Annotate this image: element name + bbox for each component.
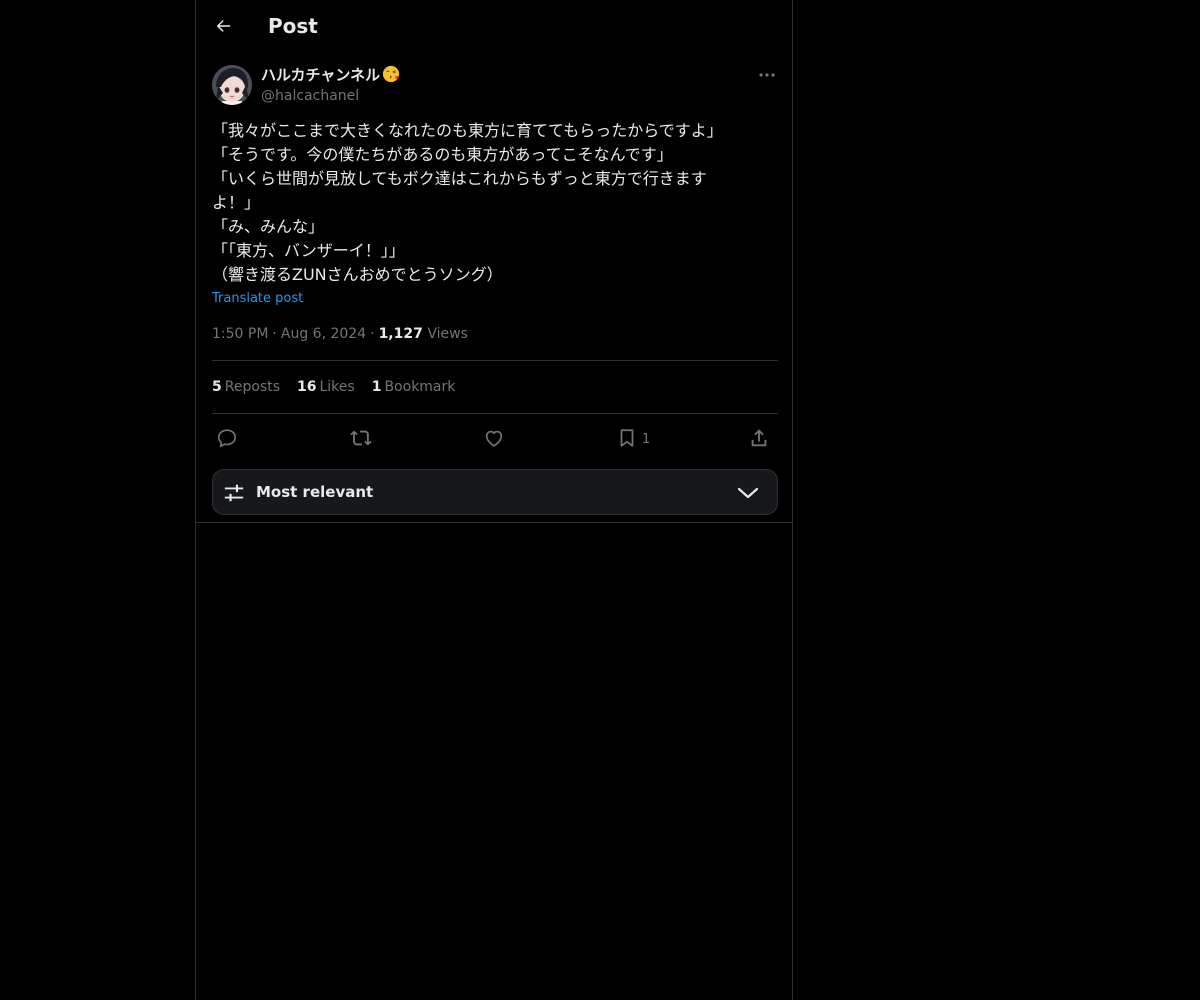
- reposts-label: Reposts: [224, 379, 280, 395]
- back-button[interactable]: [210, 12, 236, 40]
- post-author: ハルカチャンネル @halcachanel: [212, 64, 778, 108]
- chevron-down-icon: [737, 487, 759, 499]
- bookmarks-stat[interactable]: 1 Bookmark: [372, 377, 456, 397]
- author-display-name[interactable]: ハルカチャンネル: [261, 65, 400, 85]
- more-horizontal-icon: [759, 73, 775, 77]
- separator: ·: [272, 326, 277, 342]
- reply-icon: [217, 429, 237, 448]
- avatar[interactable]: [212, 65, 252, 105]
- repost-icon: [350, 430, 372, 446]
- post-text-line: 「そうです。今の僕たちがあるのも東方があってこそなんです」: [212, 145, 673, 164]
- post-metadata: 1:50 PM · Aug 6, 2024 · 1,127 Views: [212, 324, 468, 344]
- sort-label: Most relevant: [256, 483, 374, 501]
- reposts-stat[interactable]: 5 Reposts: [212, 377, 280, 397]
- bookmark-count: 1: [642, 431, 651, 447]
- author-handle[interactable]: @halcachanel: [261, 86, 359, 106]
- share-icon: [751, 429, 767, 447]
- bookmarks-count: 1: [371, 379, 382, 395]
- bookmark-icon: [620, 429, 634, 447]
- repost-button[interactable]: [350, 424, 372, 452]
- primary-column: Post ハルカチャンネル @halcachanel 「我々がここまで大きくなれ…: [195, 0, 793, 1000]
- post-text: 「我々がここまで大きくなれたのも東方に育ててもらったからですよ」 「そうです。今…: [212, 119, 772, 287]
- post-text-line: よ！」: [212, 193, 261, 212]
- arrow-left-icon: [216, 20, 231, 32]
- likes-count: 16: [297, 379, 317, 395]
- post-text-line: （響き渡るZUNさんおめでとうソング）: [212, 265, 503, 284]
- like-button[interactable]: [483, 424, 505, 452]
- separator: ·: [370, 326, 375, 342]
- post-time[interactable]: 1:50 PM: [212, 326, 268, 342]
- views-count: 1,127: [378, 326, 423, 342]
- author-name-text: ハルカチャンネル: [261, 66, 381, 84]
- post-actions: 1: [212, 424, 778, 452]
- face-blowing-kiss-emoji: [383, 65, 400, 83]
- share-button[interactable]: [748, 424, 770, 452]
- reposts-count: 5: [212, 379, 222, 395]
- translate-post-link[interactable]: Translate post: [212, 289, 303, 309]
- bookmarks-label: Bookmark: [384, 379, 456, 395]
- post-text-line: 「我々がここまで大きくなれたのも東方に育ててもらったからですよ」: [212, 121, 723, 140]
- sort-replies-dropdown[interactable]: Most relevant: [212, 469, 778, 515]
- post-text-line: 「み、みんな」: [212, 217, 325, 236]
- heart-icon: [485, 430, 503, 447]
- views-label: Views: [427, 326, 468, 342]
- likes-label: Likes: [319, 379, 355, 395]
- divider: [196, 522, 792, 523]
- post-header: Post: [196, 0, 794, 53]
- post-text-line: 「「東方、バンザーイ！」」: [212, 241, 405, 260]
- divider: [212, 360, 778, 361]
- more-options-button[interactable]: [756, 64, 778, 86]
- post-text-line: 「いくら世間が見放してもボク達はこれからもずっと東方で行きます: [212, 169, 707, 188]
- post-stats: 5 Reposts 16 Likes 1 Bookmark: [212, 377, 472, 397]
- divider: [212, 413, 778, 414]
- bookmark-button[interactable]: 1: [616, 424, 650, 452]
- page-title: Post: [268, 14, 318, 38]
- likes-stat[interactable]: 16 Likes: [297, 377, 355, 397]
- reply-button[interactable]: [216, 424, 238, 452]
- sliders-icon: [224, 484, 244, 502]
- post-date[interactable]: Aug 6, 2024: [281, 326, 366, 342]
